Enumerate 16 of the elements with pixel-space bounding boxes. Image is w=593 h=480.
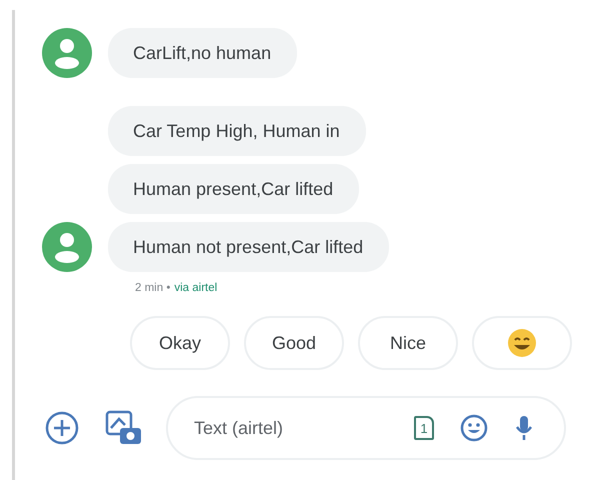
message-bubble: Car Temp High, Human in	[108, 106, 366, 156]
microphone-icon[interactable]	[514, 414, 534, 442]
suggestion-chip[interactable]: Okay	[130, 316, 230, 370]
suggestion-chip[interactable]: Good	[244, 316, 344, 370]
emoji-icon[interactable]	[460, 414, 488, 442]
plus-icon	[45, 411, 79, 445]
message-input[interactable]: Text (airtel) 1	[166, 396, 566, 460]
sim-icon[interactable]: 1	[414, 416, 434, 440]
message-bubble: CarLift,no human	[108, 28, 298, 78]
suggestion-chip[interactable]: Nice	[358, 316, 458, 370]
carrier-label: via airtel	[174, 282, 218, 294]
message-time: 2 min •	[135, 282, 170, 294]
gallery-camera-icon	[105, 410, 143, 446]
smiley-icon	[507, 328, 537, 358]
message-bubble: Human present,Car lifted	[108, 164, 360, 214]
message-bubble: Human not present,Car lifted	[108, 222, 390, 272]
